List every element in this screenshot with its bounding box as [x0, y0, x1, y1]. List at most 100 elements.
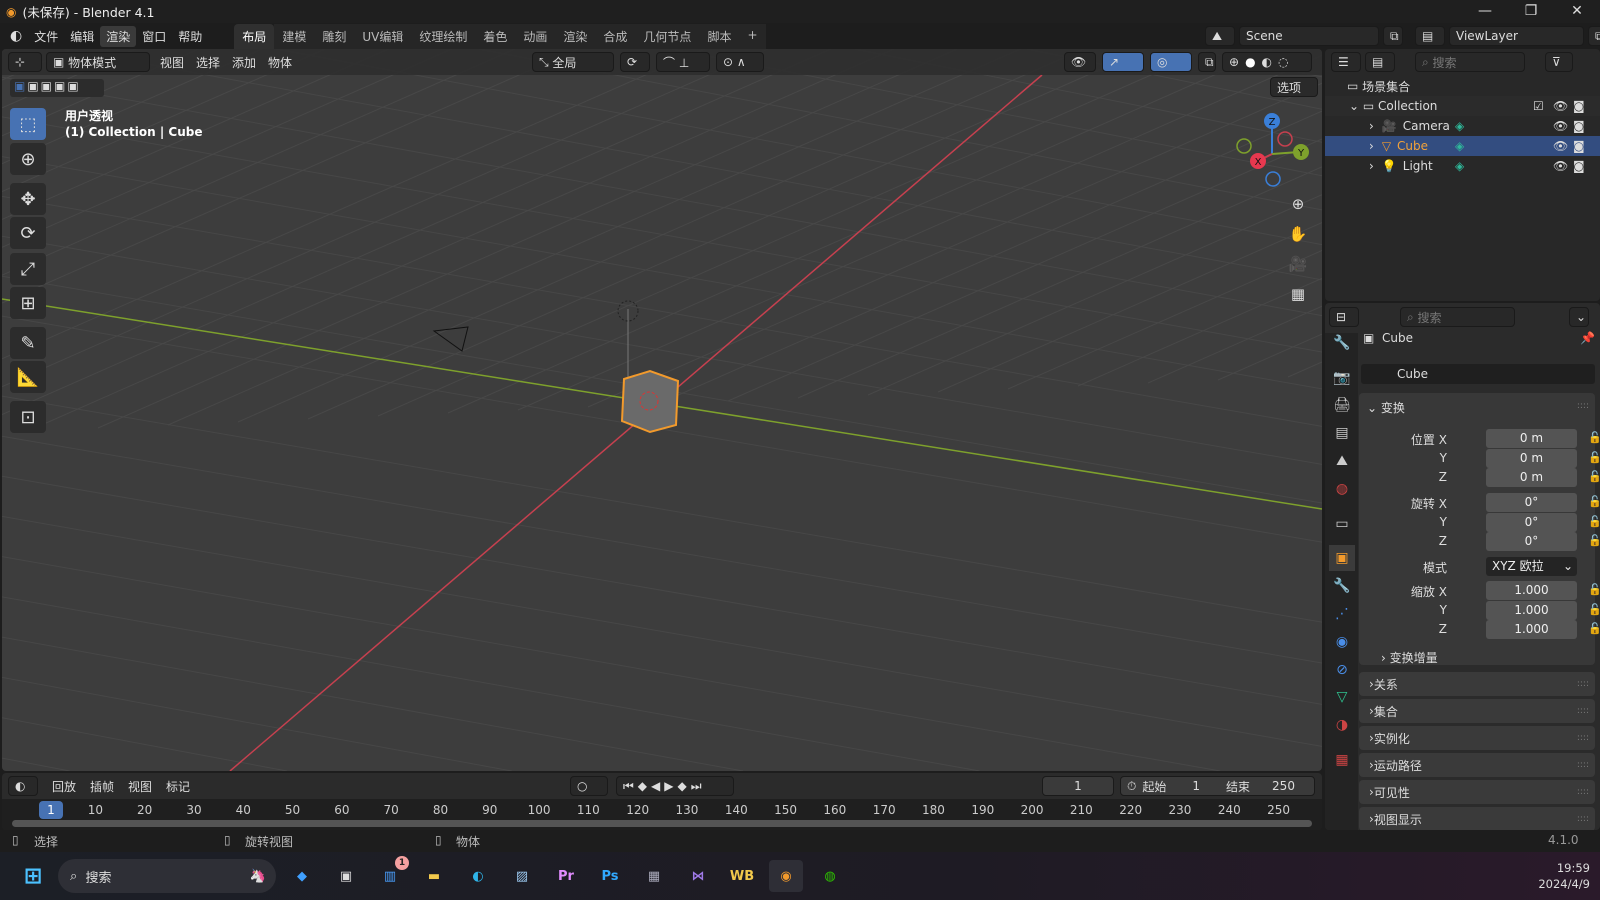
properties-tab-tool-icon[interactable]: 🔧	[1329, 330, 1355, 356]
properties-options[interactable]: ⌄	[1569, 307, 1589, 327]
timeline-menu-item[interactable]: 视图	[122, 776, 158, 797]
lock-icon[interactable]: 🔓	[1588, 534, 1600, 547]
outliner-search[interactable]: ⌕ 搜索	[1415, 52, 1525, 72]
workspace-tab[interactable]: 脚本	[699, 23, 740, 49]
workspace-tab[interactable]: UV编辑	[354, 23, 412, 49]
properties-tab-texture-icon[interactable]: ▦	[1329, 747, 1355, 773]
pan-hand-icon[interactable]: ✋	[1285, 221, 1311, 247]
properties-tab-particles-icon[interactable]: ⋰	[1329, 601, 1355, 627]
scale-y-field[interactable]: 1.000	[1486, 600, 1577, 620]
eye-icon[interactable]: 👁	[1553, 99, 1568, 113]
start-frame-field[interactable]: 1	[1192, 779, 1200, 793]
exclude-checkbox[interactable]: ☑	[1533, 99, 1544, 113]
pin-icon[interactable]: 📌	[1580, 331, 1595, 345]
drag-handle-icon[interactable]: ::::	[1577, 814, 1589, 824]
properties-tab-object-icon[interactable]: ▣	[1329, 545, 1355, 571]
viewport-menu-item[interactable]: 物体	[262, 52, 298, 73]
timeline-editor-type[interactable]: ◐	[8, 776, 38, 796]
eye-icon[interactable]: 👁	[1553, 139, 1568, 153]
lock-icon[interactable]: 🔓	[1588, 515, 1600, 528]
panel-2[interactable]: › 实例化::::	[1359, 726, 1595, 750]
drag-handle-icon[interactable]: ::::	[1577, 733, 1589, 743]
expand-icon[interactable]: ›	[1369, 119, 1374, 133]
scene-icon[interactable]: ⛰	[1205, 26, 1235, 46]
current-frame-field[interactable]: 1	[1042, 776, 1114, 796]
taskbar-copilot-icon[interactable]: ◆	[285, 860, 319, 892]
lock-icon[interactable]: 🔓	[1588, 470, 1600, 483]
eye-icon[interactable]: 👁	[1553, 119, 1568, 133]
properties-tab-output-icon[interactable]: 🖨	[1329, 392, 1355, 418]
start-button[interactable]: ⊞	[16, 860, 50, 892]
workspace-tab[interactable]: 合成	[595, 23, 636, 49]
collection-row[interactable]: ⌄ ▭ Collection ☑ 👁 ◙	[1325, 96, 1600, 116]
rotation-x-field[interactable]: 0°	[1486, 493, 1577, 512]
xray-toggle[interactable]: ⧉	[1198, 52, 1216, 72]
workspace-tab[interactable]: 着色	[475, 23, 516, 49]
data-icon[interactable]: ◈	[1455, 119, 1464, 133]
properties-search[interactable]: ⌕ 搜索	[1400, 307, 1515, 327]
scale-z-field[interactable]: 1.000	[1486, 620, 1577, 639]
panel-4[interactable]: › 可见性::::	[1359, 780, 1595, 804]
menu-item[interactable]: 渲染	[100, 25, 137, 47]
maximize-button[interactable]: ❐	[1508, 0, 1554, 23]
taskbar-wechat-icon[interactable]: ◍	[813, 860, 847, 892]
close-button[interactable]: ✕	[1554, 0, 1600, 23]
outliner-item-cube[interactable]: › ▽ Cube ◈ 👁 ◙	[1325, 136, 1600, 156]
minimize-button[interactable]: —	[1462, 0, 1508, 23]
annotate-tool[interactable]: ✎	[10, 327, 46, 359]
shading-modes[interactable]: ⊕ ● ◐ ◌	[1222, 52, 1312, 72]
menu-item[interactable]: 帮助	[172, 26, 208, 47]
selection-mode-buttons[interactable]: ▣▣▣▣▣	[10, 79, 104, 97]
timeline-menu-item[interactable]: 标记	[160, 776, 196, 797]
clock[interactable]: 19:59 2024/4/9	[1520, 860, 1590, 892]
workspace-tab[interactable]: +	[739, 23, 766, 49]
viewport-menu-item[interactable]: 视图	[154, 52, 190, 73]
lock-icon[interactable]: 🔓	[1588, 583, 1600, 596]
taskbar-task-view-icon[interactable]: ▣	[329, 860, 363, 892]
perspective-toggle-icon[interactable]: ▦	[1285, 281, 1311, 307]
transform-header[interactable]: ⌄ 变换	[1367, 399, 1405, 416]
3d-viewport[interactable]: ⊹ ▣ 物体模式 视图 选择 添加 物体 ⤡ 全局 ⟳ ⌒ ⊥ ⊙ ∧ 👁 ↗ ◎ ⧉…	[2, 49, 1322, 771]
taskbar-workbench-icon[interactable]: WB	[725, 860, 759, 892]
workspace-tab[interactable]: 布局	[234, 23, 275, 49]
drag-handle-icon[interactable]: ::::	[1577, 787, 1589, 797]
editor-type-button[interactable]: ⊹	[8, 52, 42, 72]
camera-view-icon[interactable]: 🎥	[1285, 251, 1311, 277]
properties-tab-collection-icon[interactable]: ▭	[1329, 511, 1355, 537]
properties-editor-type[interactable]: ⊟	[1329, 307, 1359, 327]
move-tool[interactable]: ✥	[10, 183, 46, 215]
solid-icon[interactable]: ●	[1245, 55, 1255, 69]
menu-item[interactable]: 编辑	[64, 26, 100, 47]
expand-icon[interactable]: ›	[1369, 139, 1374, 153]
viewport-menu-item[interactable]: 选择	[190, 52, 226, 73]
render-camera-icon[interactable]: ◙	[1573, 139, 1585, 153]
workspace-tab[interactable]: 纹理绘制	[411, 23, 476, 49]
wireframe-icon[interactable]: ⊕	[1229, 55, 1239, 69]
playback-controls[interactable]: ⏮◆◀▶◆⏭	[616, 776, 734, 796]
viewport-menu-item[interactable]: 添加	[226, 52, 262, 73]
render-camera-icon[interactable]: ◙	[1573, 99, 1585, 113]
proportional-edit-toggle[interactable]: ⊙ ∧	[716, 52, 764, 72]
lock-icon[interactable]: 🔓	[1588, 603, 1600, 616]
rotation-mode-dropdown[interactable]: XYZ 欧拉 ⌄	[1486, 557, 1577, 576]
drag-handle-icon[interactable]: ::::	[1577, 679, 1589, 689]
eye-icon[interactable]: 👁	[1553, 159, 1568, 173]
drag-handle-icon[interactable]: ::::	[1577, 401, 1589, 411]
workspace-tab[interactable]: 动画	[515, 23, 556, 49]
panel-5[interactable]: › 视图显示::::	[1359, 807, 1595, 830]
timeline-menu-item[interactable]: 回放	[46, 776, 82, 797]
cursor-tool[interactable]: ⊕	[10, 143, 46, 175]
properties-tab-mesh-data-icon[interactable]: ▽	[1329, 684, 1355, 710]
lock-icon[interactable]: 🔓	[1588, 431, 1600, 444]
taskbar-search[interactable]: ⌕ 搜索 🦄	[58, 859, 276, 893]
display-mode-dropdown[interactable]: ▤	[1365, 52, 1395, 72]
gizmo-toggle[interactable]: ↗	[1102, 52, 1144, 72]
taskbar-edge-icon[interactable]: ◐	[461, 860, 495, 892]
scale-x-field[interactable]: 1.000	[1486, 581, 1577, 600]
properties-tab-modifier-icon[interactable]: 🔧	[1329, 573, 1355, 599]
drag-handle-icon[interactable]: ::::	[1577, 706, 1589, 716]
material-icon[interactable]: ◐	[1262, 55, 1272, 69]
cube-object[interactable]	[620, 369, 680, 434]
render-camera-icon[interactable]: ◙	[1573, 159, 1585, 173]
taskbar-monitor-icon[interactable]: ▨	[505, 860, 539, 892]
